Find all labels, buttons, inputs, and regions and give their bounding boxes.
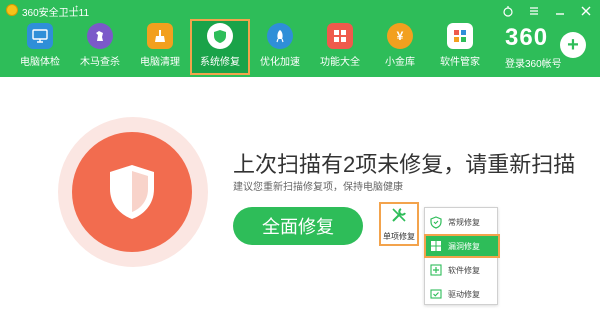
nav-label: 电脑清理 (140, 57, 180, 68)
nav-item-software-manager[interactable]: 软件管家 (430, 19, 490, 75)
nav-label: 功能大全 (320, 57, 360, 68)
grid-icon (327, 23, 353, 49)
nav-item-trojan-scan[interactable]: 木马查杀 (70, 19, 130, 75)
close-icon[interactable] (578, 3, 594, 19)
dropdown-item-label: 漏洞修复 (448, 241, 480, 251)
dropdown-item-label: 软件修复 (448, 265, 480, 275)
dropdown-item-label: 驱动修复 (448, 289, 480, 299)
dropdown-item-vulnerability-repair[interactable]: 漏洞修复 (424, 234, 500, 258)
software-plus-icon (429, 263, 443, 277)
nav-label: 优化加速 (260, 57, 300, 68)
nav-item-optimize[interactable]: 优化加速 (250, 19, 310, 75)
nav-item-pc-cleanup[interactable]: 电脑清理 (130, 19, 190, 75)
horse-icon (87, 23, 113, 49)
full-repair-button[interactable]: 全面修复 (233, 207, 363, 245)
driver-check-icon (429, 287, 443, 301)
single-repair-label: 单项修复 (383, 232, 415, 241)
plus-icon[interactable]: + (560, 32, 586, 58)
window-controls (500, 2, 594, 20)
nav-label: 木马查杀 (80, 57, 120, 68)
dropdown-item-general-repair[interactable]: 常规修复 (425, 211, 499, 233)
shield-check-icon (429, 215, 443, 229)
nav-label: 系统修复 (200, 57, 240, 68)
brand-logo: 360 (505, 24, 549, 51)
apps-icon (447, 23, 473, 49)
warning-shield-icon (72, 132, 192, 252)
windows-icon (429, 239, 443, 253)
main-nav: 电脑体检 木马查杀 电脑清理 系统修复 优化加速 功能大全 ¥ 小金库 软件管家 (10, 19, 490, 75)
broom-icon (147, 23, 173, 49)
monitor-icon (27, 23, 53, 49)
nav-label: 小金库 (385, 57, 415, 68)
skin-icon[interactable] (500, 3, 516, 19)
repair-panel: 上次扫描有2项未修复，请重新扫描 建议您重新扫描修复项，保持电脑健康 全面修复 … (0, 77, 600, 329)
dropdown-item-driver-repair[interactable]: 驱动修复 (425, 283, 499, 305)
upgrade-arrow-icon[interactable]: ↑ (74, 3, 79, 14)
nav-item-system-repair[interactable]: 系统修复 (190, 19, 250, 75)
minimize-icon[interactable] (552, 3, 568, 19)
money-bag-icon: ¥ (387, 23, 413, 49)
page-title: 上次扫描有2项未修复，请重新扫描 (233, 152, 576, 177)
login-link[interactable]: 登录360帐号 (505, 55, 562, 70)
nav-item-vault[interactable]: ¥ 小金库 (370, 19, 430, 75)
nav-label: 软件管家 (440, 57, 480, 68)
nav-item-all-features[interactable]: 功能大全 (310, 19, 370, 75)
shield-icon (207, 23, 233, 49)
single-repair-button[interactable]: 单项修复 (379, 202, 419, 246)
page-subtitle: 建议您重新扫描修复项，保持电脑健康 (233, 182, 403, 193)
dropdown-item-software-repair[interactable]: 软件修复 (425, 259, 499, 281)
nav-label: 电脑体检 (20, 57, 60, 68)
dropdown-item-label: 常规修复 (448, 217, 480, 227)
repair-type-dropdown: 常规修复 漏洞修复 软件修复 驱动修复 (424, 207, 500, 305)
menu-icon[interactable] (526, 3, 542, 19)
app-title: 360安全卫士11 (22, 8, 90, 19)
app-logo-icon (6, 4, 18, 16)
top-header: 360安全卫士11 ↑ 电脑体检 木马查杀 电脑清理 系统修复 优化加速 功能大… (0, 0, 600, 77)
nav-item-pc-checkup[interactable]: 电脑体检 (10, 19, 70, 75)
tools-icon (390, 206, 408, 229)
rocket-icon (267, 23, 293, 49)
